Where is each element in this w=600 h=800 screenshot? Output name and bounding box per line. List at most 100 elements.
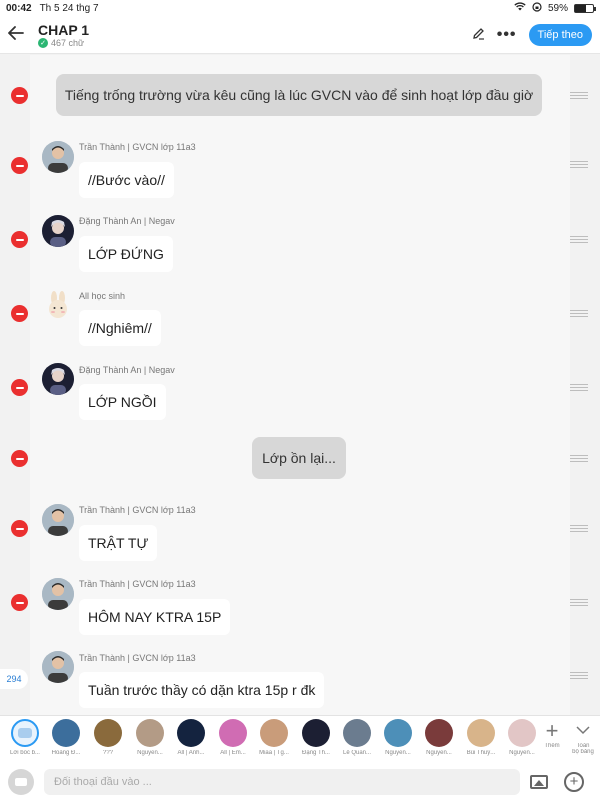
character-item[interactable]: Miaa | Tg... bbox=[255, 719, 293, 756]
count-badge[interactable]: 294 bbox=[0, 669, 28, 689]
speaker-name: All học sinh bbox=[79, 291, 126, 301]
chat-mode-icon[interactable] bbox=[8, 768, 34, 795]
rotation-lock-icon bbox=[532, 1, 542, 15]
character-item[interactable]: All | Em... bbox=[214, 719, 252, 756]
character-bar: Lời bốc b... Hoàng Đ... ??? Nguyễn... Al… bbox=[0, 715, 600, 763]
drag-handle-icon[interactable] bbox=[570, 599, 588, 607]
word-count: ✓ 467 chữ bbox=[38, 37, 89, 48]
character-item[interactable]: Nguyễn... bbox=[420, 719, 458, 756]
add-label: Thêm bbox=[544, 743, 560, 749]
character-name: All | Anh... bbox=[177, 750, 205, 756]
dialog-bubble[interactable]: LỚP ĐỨNG bbox=[79, 236, 173, 272]
battery-icon bbox=[574, 3, 596, 13]
drag-handle-icon[interactable] bbox=[570, 161, 588, 169]
message-area[interactable]: Tiếng trống trường vừa kêu cũng là lúc G… bbox=[0, 55, 600, 715]
input-bar: + bbox=[0, 763, 600, 800]
add-circle-icon[interactable]: + bbox=[564, 771, 584, 792]
character-name: Lời bốc b... bbox=[10, 750, 40, 756]
wifi-icon bbox=[514, 2, 526, 14]
status-date: Th 5 24 thg 7 bbox=[39, 2, 99, 14]
more-icon[interactable]: ••• bbox=[497, 26, 517, 44]
dialog-bubble[interactable]: Tuần trước thầy có dặn ktra 15p r đk bbox=[79, 672, 325, 708]
drag-handle-icon[interactable] bbox=[570, 672, 588, 680]
character-name: Nguyễn... bbox=[426, 750, 452, 756]
add-character-button[interactable]: + Thêm bbox=[534, 718, 570, 750]
character-item[interactable]: Lê Quan... bbox=[338, 719, 376, 756]
character-item[interactable]: Bùi Thuỷ... bbox=[462, 719, 500, 756]
character-item[interactable]: ??? bbox=[89, 719, 127, 756]
check-icon: ✓ bbox=[38, 37, 48, 48]
next-button[interactable]: Tiếp theo bbox=[528, 23, 592, 46]
dialog-bubble[interactable]: TRẬT TỰ bbox=[79, 525, 158, 561]
status-bar: 00:42 Th 5 24 thg 7 59% bbox=[0, 0, 600, 16]
remove-icon[interactable] bbox=[11, 379, 28, 396]
drag-handle-icon[interactable] bbox=[570, 525, 588, 533]
plus-icon: + bbox=[545, 718, 559, 743]
dialog-bubble[interactable]: LỚP NGỒI bbox=[79, 384, 166, 420]
image-icon[interactable] bbox=[530, 774, 548, 789]
expand-all-button[interactable]: Toàn bộ bảng bbox=[566, 719, 600, 755]
dialog-bubble[interactable]: //Bước vào// bbox=[79, 162, 174, 198]
remove-icon[interactable] bbox=[11, 594, 28, 611]
character-name: Nguyễn... bbox=[509, 750, 535, 756]
speaker-name: Trần Thành | GVCN lớp 11a3 bbox=[79, 653, 196, 663]
narration-icon bbox=[11, 719, 39, 747]
character-name: ??? bbox=[102, 750, 113, 756]
remove-icon[interactable] bbox=[11, 305, 28, 322]
bunny-avatar bbox=[42, 289, 74, 321]
avatar bbox=[219, 719, 247, 747]
avatar bbox=[302, 719, 330, 747]
back-arrow-icon[interactable] bbox=[8, 23, 34, 46]
character-item[interactable]: All | Anh... bbox=[172, 719, 210, 756]
drag-handle-icon[interactable] bbox=[570, 455, 588, 463]
status-icons: 59% bbox=[514, 1, 596, 15]
character-item[interactable]: Đặng Th... bbox=[297, 719, 335, 756]
word-count-text: 467 chữ bbox=[51, 37, 85, 48]
battery-percent: 59% bbox=[547, 2, 568, 14]
character-name: Nguyễn... bbox=[385, 750, 411, 756]
avatar bbox=[177, 719, 205, 747]
avatar bbox=[42, 651, 74, 683]
header: CHAP 1 ✓ 467 chữ ••• Tiếp theo bbox=[0, 16, 600, 54]
remove-icon[interactable] bbox=[11, 157, 28, 174]
character-item[interactable]: Nguyễn... bbox=[379, 719, 417, 756]
remove-icon[interactable] bbox=[11, 87, 28, 104]
avatar bbox=[260, 719, 288, 747]
avatar bbox=[467, 719, 495, 747]
avatar bbox=[425, 719, 453, 747]
drag-handle-icon[interactable] bbox=[570, 310, 588, 318]
dialog-bubble[interactable]: HÔM NAY KTRA 15P bbox=[79, 599, 231, 635]
drag-handle-icon[interactable] bbox=[570, 384, 588, 392]
avatar bbox=[508, 719, 536, 747]
dialog-input[interactable] bbox=[44, 768, 520, 795]
avatar bbox=[384, 719, 412, 747]
avatar bbox=[136, 719, 164, 747]
character-narrator[interactable]: Lời bốc b... bbox=[6, 719, 44, 756]
character-name: Miaa | Tg... bbox=[259, 750, 289, 756]
character-name: Nguyễn... bbox=[137, 750, 163, 756]
drag-handle-icon[interactable] bbox=[570, 92, 588, 100]
speaker-name: Đặng Thành An | Negav bbox=[79, 365, 175, 375]
narration-bubble[interactable]: Lớp ồn lại... bbox=[252, 437, 346, 479]
drag-handle-icon[interactable] bbox=[570, 236, 588, 244]
remove-icon[interactable] bbox=[11, 450, 28, 467]
speaker-name: Trần Thành | GVCN lớp 11a3 bbox=[79, 142, 196, 152]
character-item[interactable]: Hoàng Đ... bbox=[47, 719, 85, 756]
speaker-name: Trần Thành | GVCN lớp 11a3 bbox=[79, 505, 196, 515]
remove-icon[interactable] bbox=[11, 520, 28, 537]
avatar bbox=[94, 719, 122, 747]
narration-bubble[interactable]: Tiếng trống trường vừa kêu cũng là lúc G… bbox=[56, 74, 542, 116]
dialog-bubble[interactable]: //Nghiêm// bbox=[79, 310, 161, 346]
character-name: Lê Quan... bbox=[342, 750, 372, 756]
status-time: 00:42 bbox=[6, 2, 32, 14]
remove-icon[interactable] bbox=[11, 231, 28, 248]
avatar bbox=[42, 363, 74, 395]
pencil-icon[interactable] bbox=[472, 27, 485, 43]
avatar bbox=[343, 719, 371, 747]
character-item[interactable]: Nguyễn... bbox=[131, 719, 169, 756]
avatar bbox=[42, 578, 74, 610]
battery-fill bbox=[575, 4, 586, 12]
expand-label: bộ bảng bbox=[572, 749, 594, 755]
chevron-down-icon bbox=[566, 719, 600, 743]
speaker-name: Đặng Thành An | Negav bbox=[79, 216, 175, 226]
